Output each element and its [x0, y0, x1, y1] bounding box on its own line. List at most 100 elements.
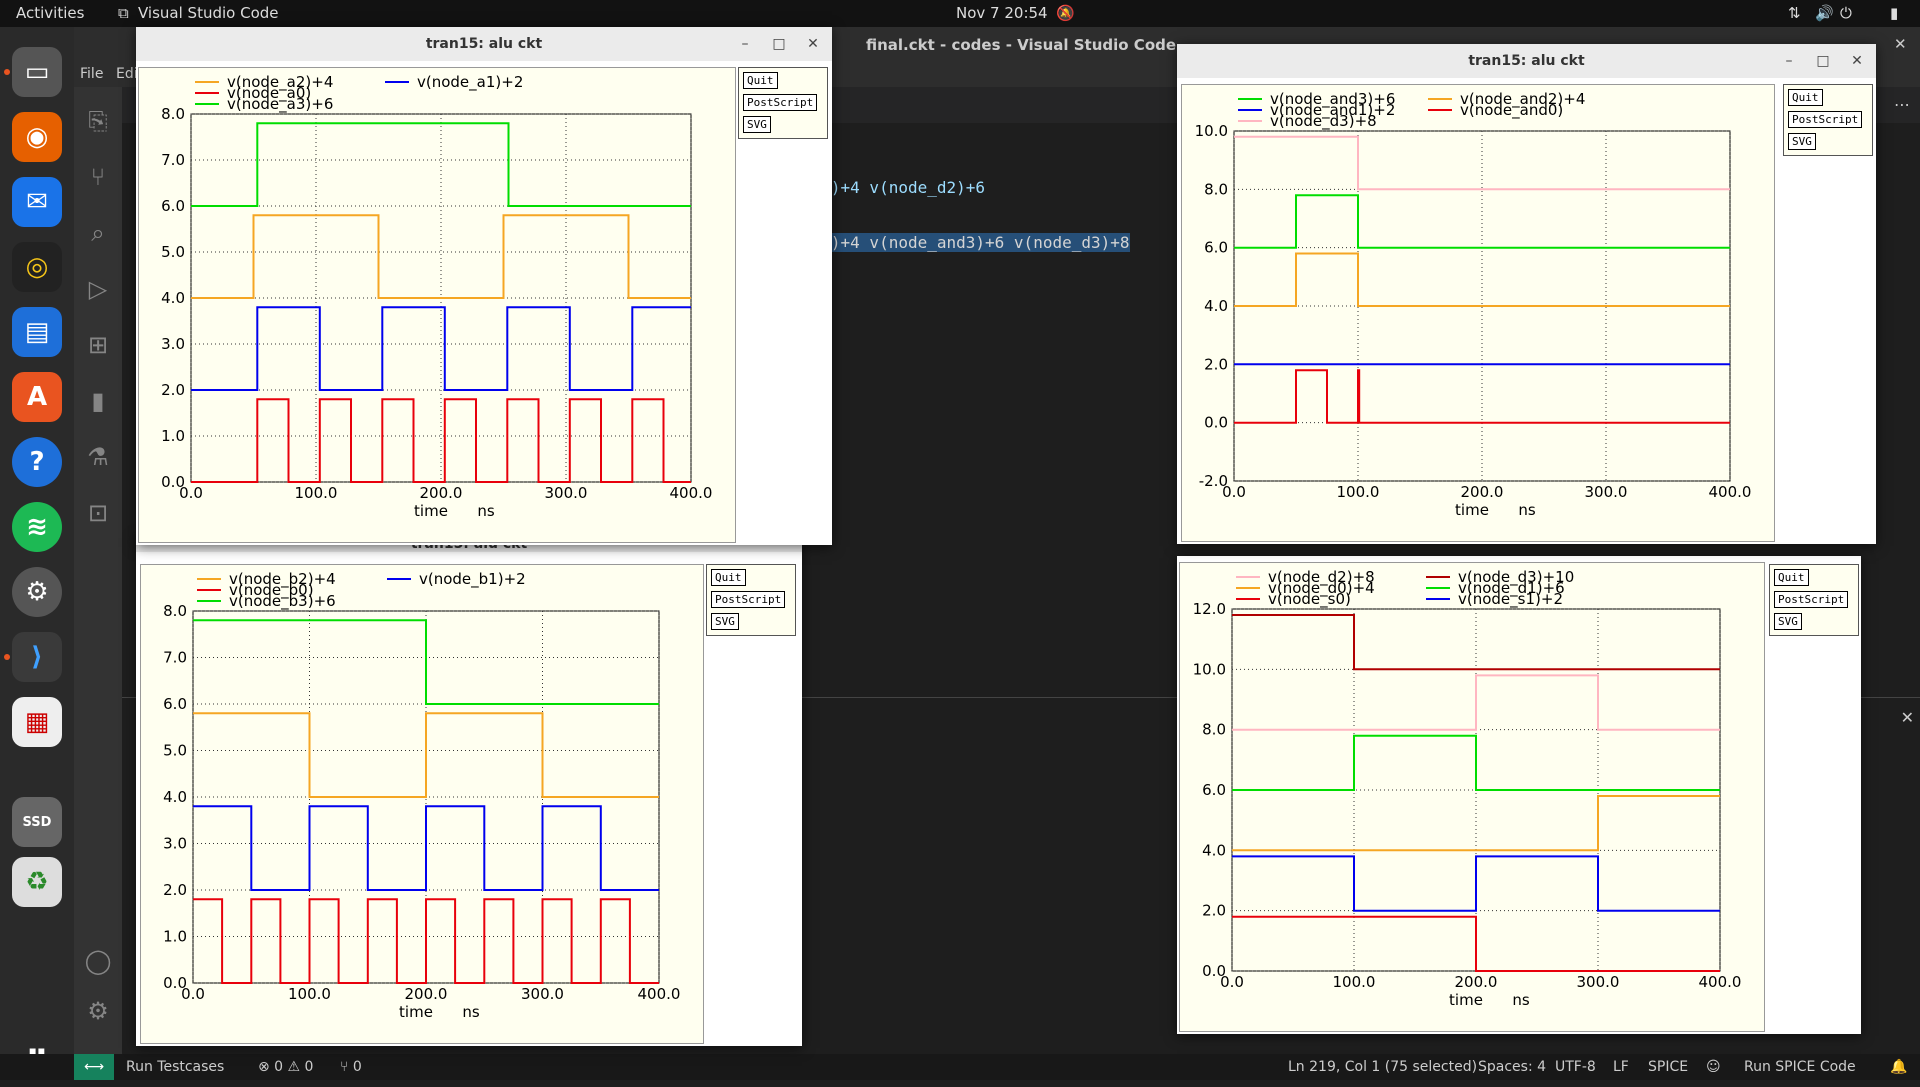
feedback-icon[interactable]: ☺: [1706, 1059, 1721, 1075]
remote-indicator-icon[interactable]: ⟷: [74, 1054, 114, 1080]
line-ending[interactable]: LF: [1613, 1059, 1629, 1075]
plot-canvas: 0.0 100.0 200.0 300.0 400.0 -2.0 0.0 2.0 4.0 6.0 8…: [1181, 84, 1775, 542]
cursor-position[interactable]: Ln 219, Col 1 (75 selected): [1288, 1059, 1477, 1075]
maximize-icon[interactable]: □: [1812, 44, 1834, 78]
network-icon[interactable]: ⇅: [1788, 4, 1801, 22]
x-axis-label: time: [414, 502, 448, 520]
y-tick-label: 0.0: [1202, 962, 1226, 980]
panel-close-icon[interactable]: ✕: [1901, 708, 1914, 727]
running-indicator: [4, 69, 10, 75]
plot-buttons: Quit PostScript SVG: [706, 564, 796, 636]
minimize-icon[interactable]: –: [1778, 44, 1800, 78]
svg-button[interactable]: SVG: [1774, 613, 1802, 630]
y-tick-label: 1.0: [161, 427, 185, 445]
run-testcases-button[interactable]: Run Testcases: [126, 1059, 224, 1075]
more-actions-icon[interactable]: ⋯: [1894, 95, 1910, 114]
legend-entry: v(node_s1)+2: [1458, 590, 1563, 609]
software-center-icon[interactable]: A: [12, 372, 62, 422]
account-icon[interactable]: ◯: [84, 947, 112, 975]
postscript-button[interactable]: PostScript: [1774, 591, 1849, 608]
ports-indicator[interactable]: ⑂ 0: [340, 1059, 362, 1075]
menu-edit[interactable]: Edi: [116, 66, 138, 82]
run-spice-button[interactable]: Run SPICE Code: [1744, 1059, 1856, 1075]
svg-button[interactable]: SVG: [711, 613, 739, 630]
postscript-button[interactable]: PostScript: [1788, 111, 1863, 128]
close-icon[interactable]: ✕: [1894, 35, 1907, 53]
svg-button[interactable]: SVG: [1788, 133, 1816, 150]
help-icon[interactable]: ?: [12, 437, 62, 487]
series-line: [193, 898, 659, 984]
quit-button[interactable]: Quit: [1774, 569, 1809, 586]
svg-button[interactable]: SVG: [743, 116, 771, 133]
run-debug-icon[interactable]: ▷: [84, 275, 112, 303]
close-icon[interactable]: ✕: [802, 27, 824, 61]
plot-a-chart: 0.0 100.0 200.0 300.0 400.00.01.02.03.04.05.…: [161, 73, 712, 520]
maximize-icon[interactable]: □: [768, 27, 790, 61]
vscode-icon[interactable]: ⟩: [12, 632, 62, 682]
spotify-icon[interactable]: ≋: [12, 502, 62, 552]
y-tick-label: 6.0: [1204, 239, 1228, 257]
indentation[interactable]: Spaces: 4: [1478, 1059, 1546, 1075]
extensions-icon[interactable]: ⊞: [84, 331, 112, 359]
search-icon[interactable]: ⌕: [84, 219, 112, 247]
running-indicator: [4, 654, 10, 660]
x-tick-label: 400.0: [1699, 973, 1742, 991]
legend-entry: v(node_b3)+6: [229, 592, 336, 611]
explorer-icon[interactable]: ⎘: [84, 107, 112, 135]
battery-icon[interactable]: ▮: [1890, 4, 1898, 22]
charts-icon[interactable]: ▮: [84, 387, 112, 415]
remote-explorer-icon[interactable]: ⊡: [84, 499, 112, 527]
postscript-button[interactable]: PostScript: [711, 591, 786, 608]
series-line: [191, 214, 691, 299]
minimize-icon[interactable]: –: [734, 27, 756, 61]
source-control-icon[interactable]: ⑂: [84, 163, 112, 191]
x-tick-label: 200.0: [1461, 483, 1504, 501]
quit-button[interactable]: Quit: [1788, 89, 1823, 106]
notifications-bell-icon[interactable]: 🔔: [1890, 1059, 1907, 1075]
x-tick-label: 400.0: [1709, 483, 1752, 501]
y-tick-label: 0.0: [163, 974, 187, 992]
trash-icon[interactable]: ♻: [12, 857, 62, 907]
focused-app-name[interactable]: Visual Studio Code: [138, 4, 279, 22]
manage-gear-icon[interactable]: ⚙: [84, 997, 112, 1025]
menu-file[interactable]: File: [80, 66, 103, 82]
encoding[interactable]: UTF-8: [1555, 1059, 1596, 1075]
problems-indicator[interactable]: ⊗ 0 ⚠ 0: [258, 1059, 313, 1075]
settings-icon[interactable]: ⚙: [12, 567, 62, 617]
power-icon[interactable]: ⏻: [1840, 4, 1852, 22]
close-icon[interactable]: ✕: [1846, 44, 1868, 78]
plot-buttons: Quit PostScript SVG: [1769, 564, 1859, 636]
y-tick-label: 4.0: [161, 289, 185, 307]
rhythmbox-icon[interactable]: ◎: [12, 242, 62, 292]
x-tick-label: 300.0: [1585, 483, 1628, 501]
y-tick-label: 8.0: [1202, 721, 1226, 739]
plot-window-c: tran15: alu ckt – □ ✕ 0.0 100.0 200.0 300.0…: [1177, 44, 1876, 544]
language-mode[interactable]: SPICE: [1648, 1059, 1688, 1075]
thunderbird-icon[interactable]: ✉: [12, 177, 62, 227]
y-tick-label: 4.0: [1202, 841, 1226, 859]
testing-icon[interactable]: ⚗: [84, 443, 112, 471]
x-axis-unit: ns: [477, 502, 495, 520]
document-viewer-icon[interactable]: ▦: [12, 697, 62, 747]
dock: ▭ ◉ ✉ ◎ ▤ A ? ≋ ⚙ ⟩ ▦ SSD ♻ ⠿: [0, 27, 74, 1080]
y-tick-label: 8.0: [163, 602, 187, 620]
firefox-icon[interactable]: ◉: [12, 112, 62, 162]
quit-button[interactable]: Quit: [711, 569, 746, 586]
writer-icon[interactable]: ▤: [12, 307, 62, 357]
legend-entry: v(node_b1)+2: [419, 570, 526, 589]
postscript-button[interactable]: PostScript: [743, 94, 818, 111]
plot-canvas: 0.0 100.0 200.0 300.0 400.0 0.0 2.0 4.0 6.0 8.0 10…: [1179, 562, 1765, 1032]
series-line: [191, 398, 691, 483]
clock[interactable]: Nov 7 20:54: [956, 4, 1048, 22]
quit-button[interactable]: Quit: [743, 72, 778, 89]
y-tick-label: 6.0: [1202, 781, 1226, 799]
y-tick-label: 8.0: [1204, 180, 1228, 198]
code-line-selected: nd2)+4 v(node_and3)+6 v(node_d3)+8: [802, 233, 1130, 252]
y-tick-label: 7.0: [161, 151, 185, 169]
activities-button[interactable]: Activities: [16, 4, 84, 22]
ssd-drive-icon[interactable]: SSD: [12, 797, 62, 847]
x-tick-label: 200.0: [420, 484, 463, 502]
volume-icon[interactable]: 🔊: [1815, 4, 1834, 22]
files-icon[interactable]: ▭: [12, 47, 62, 97]
legend-entry: v(node_a1)+2: [417, 73, 523, 92]
